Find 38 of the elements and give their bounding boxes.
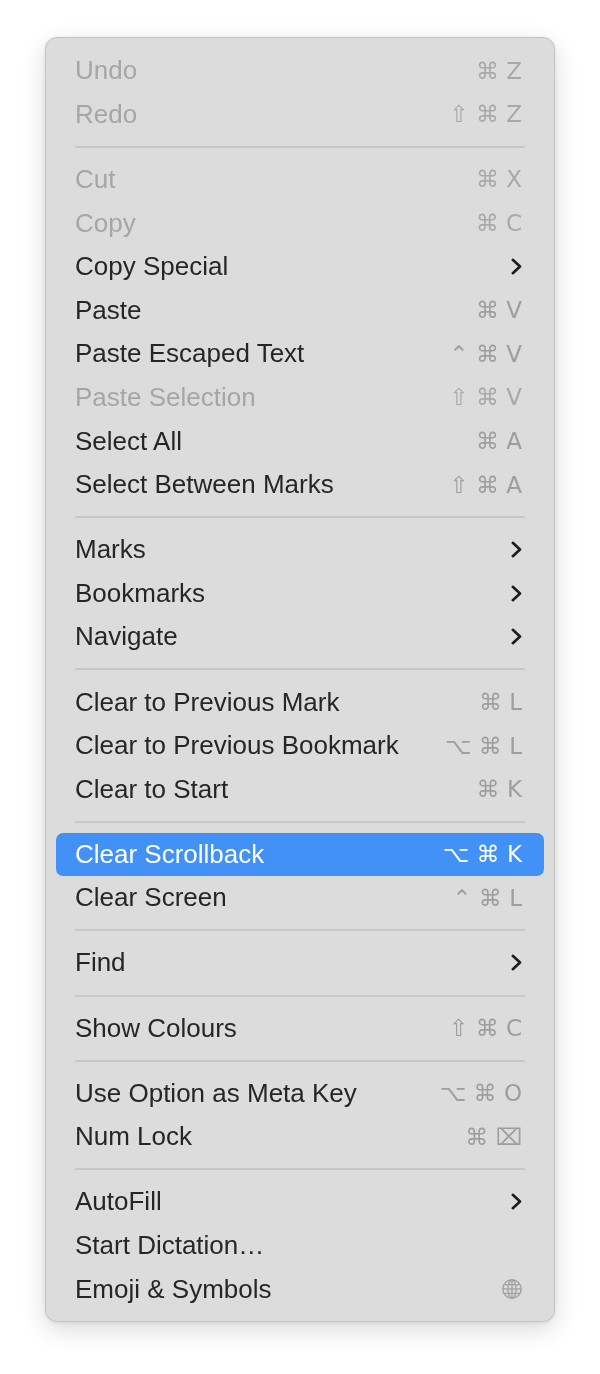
menu-item[interactable]: Find	[56, 941, 544, 985]
keyboard-shortcut: ⌘ ⌧	[465, 1123, 522, 1150]
menu-item[interactable]: Clear to Previous Mark ⌘ L	[56, 680, 544, 724]
chevron-right-icon	[511, 584, 522, 602]
menu-item[interactable]: Use Option as Meta Key ⌥ ⌘ O	[56, 1071, 544, 1115]
keyboard-shortcut: ⌘ A	[475, 428, 522, 455]
menu-item[interactable]: Clear Screen ⌃ ⌘ L	[56, 876, 544, 920]
keyboard-shortcut: ⌥ ⌘ L	[445, 732, 522, 759]
menu-item[interactable]: Num Lock ⌘ ⌧	[56, 1114, 544, 1159]
menu-item[interactable]: Emoji & Symbols	[56, 1267, 544, 1311]
menu-item[interactable]: Bookmarks	[56, 571, 544, 616]
menu-item[interactable]: Clear to Start ⌘ K	[56, 767, 544, 811]
keyboard-shortcut: ⌃ ⌘ V	[449, 340, 522, 367]
menu-item[interactable]: Marks	[56, 527, 544, 572]
keyboard-shortcut: ⌘ L	[478, 689, 522, 715]
menu-item[interactable]: AutoFill	[56, 1180, 544, 1224]
keyboard-shortcut: ⌘ V	[475, 297, 522, 324]
chevron-right-icon	[511, 628, 522, 646]
keyboard-shortcut: ⌥ ⌘ O	[439, 1080, 522, 1107]
keyboard-shortcut: ⇧ ⌘ C	[449, 1015, 522, 1042]
menu-item[interactable]: Select Between Marks ⇧ ⌘ A	[56, 462, 544, 507]
menu-item[interactable]: Start Dictation…	[56, 1223, 544, 1268]
menu-item[interactable]: Clear to Previous Bookmark ⌥ ⌘ L	[56, 723, 544, 768]
menu-item[interactable]: Navigate	[56, 615, 544, 659]
chevron-right-icon	[511, 258, 522, 276]
keyboard-shortcut: ⌥ ⌘ K	[442, 841, 522, 868]
menu-item[interactable]: Paste ⌘ V	[56, 288, 544, 333]
menu-item[interactable]: Paste Escaped Text ⌃ ⌘ V	[56, 332, 544, 376]
globe-icon	[502, 1279, 522, 1300]
chevron-right-icon	[511, 954, 522, 972]
menu-item[interactable]: Show Colours ⇧ ⌘ C	[56, 1006, 544, 1050]
menu-item[interactable]: Copy Special	[56, 244, 544, 289]
menu-item[interactable]: Select All ⌘ A	[56, 419, 544, 463]
keyboard-shortcut: ⌘ K	[476, 776, 522, 803]
keyboard-shortcut: ⇧ ⌘ A	[449, 471, 522, 498]
chevron-right-icon	[511, 541, 522, 559]
keyboard-shortcut: ⌃ ⌘ L	[452, 884, 522, 911]
chevron-right-icon	[511, 1193, 522, 1211]
